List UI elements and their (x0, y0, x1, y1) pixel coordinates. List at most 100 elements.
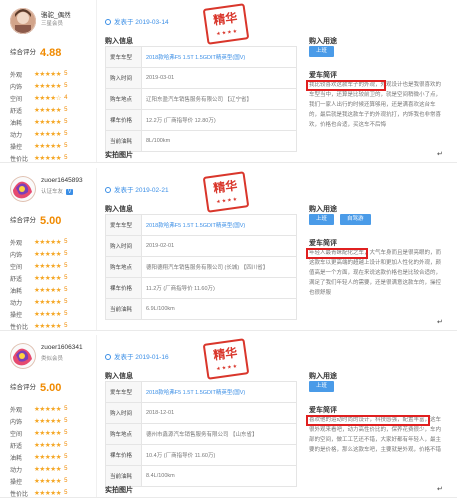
rating-value: 5 (64, 490, 68, 496)
rating-label: 舒适 (10, 108, 23, 115)
member-level: 类似会员 (41, 354, 63, 362)
rating-label: 性价比 (10, 324, 29, 331)
rating-label: 动力 (10, 300, 23, 307)
enter-symbol: ↵ (437, 319, 443, 326)
rating-value: 5 (64, 466, 68, 472)
overall-label: 综合评分 (10, 49, 36, 56)
info-row: 当前油耗 8.4L/100km (105, 465, 297, 487)
info-key: 裸车价格 (105, 109, 142, 131)
car-model-link[interactable]: 2018款哈弗F5 1.5T 1.5GDIT精英型(国V) (141, 214, 297, 236)
post-date-text: 发表于 2019-01-16 (114, 354, 169, 361)
enter-symbol: ↵ (437, 151, 443, 158)
username[interactable]: 骆驼_偶然 (41, 9, 71, 19)
star-icons: ★★★★★ (34, 406, 62, 413)
rating-value: 5 (64, 263, 68, 269)
member-level-text: 认证车友 (41, 189, 64, 195)
info-value: 6.9L/100km (141, 298, 297, 320)
avatar[interactable] (10, 176, 36, 202)
rating-label: 空间 (10, 96, 23, 103)
rating-value: 5 (64, 131, 68, 137)
review-body: 发表于 2019-02-21 精华 ★★★★ 购入信息 爱车车型 2018款哈弗F… (96, 168, 446, 330)
info-value: 2019-02-01 (141, 235, 297, 257)
star-icons: ★★★★★ (34, 71, 62, 78)
info-row: 裸车价格 11.2万 (厂商指导价 11.60万) (105, 277, 297, 299)
star-icons: ★★★★★ (34, 430, 62, 437)
username[interactable]: zuoer1645893 (41, 177, 83, 184)
rating-label: 油耗 (10, 455, 23, 462)
purpose-tag[interactable]: 上班 (309, 214, 335, 225)
star-icons: ★★★★★ (34, 239, 62, 246)
rating-label: 油耗 (10, 120, 23, 127)
info-row: 购车地点 德阳德翔汽车销售服务有限公司 (长城) 【四川省】 (105, 256, 297, 278)
rating-label: 内饰 (10, 84, 23, 91)
rating-value: 5 (64, 239, 68, 245)
info-row: 当前油耗 8L/100km (105, 130, 297, 152)
star-icons: ★★★★★ (34, 131, 62, 138)
rating-row: 操控 ★★★★★ 5 (10, 308, 67, 320)
username[interactable]: zuoer1606341 (41, 344, 83, 351)
clock-icon (105, 354, 111, 360)
star-icons: ★★★★★ (34, 478, 62, 485)
info-value: 10.4万 (厂商指导价 11.60万) (141, 444, 297, 466)
review-card: 骆驼_偶然 三星会员 综合评分 4.88 外观 ★★★★★ 5 内饰 ★★★★★ 5 空间… (0, 0, 457, 163)
overall-score-value: 5.00 (40, 215, 62, 227)
rating-value: 5 (64, 275, 68, 281)
post-date: 发表于 2019-01-16 (105, 351, 169, 361)
rating-row: 动力 ★★★★★ 5 (10, 463, 67, 475)
rating-row: 外观 ★★★★★ 5 (10, 403, 67, 415)
info-key: 购车地点 (105, 423, 142, 445)
member-level-text: 三星会员 (41, 21, 64, 27)
rating-value: 5 (64, 430, 68, 436)
photos-title: 实拍图片 (105, 487, 133, 494)
rating-value: 5 (64, 251, 68, 257)
info-key: 爱车车型 (105, 381, 142, 403)
info-row: 爱车车型 2018款哈弗F5 1.5T 1.5GDIT精英型(国V) (105, 46, 297, 68)
rating-value: 5 (64, 107, 68, 113)
featured-stamp-icon: 精华 ★★★★ (202, 171, 250, 213)
purpose-tag[interactable]: 上班 (309, 381, 335, 392)
info-key: 裸车价格 (105, 277, 142, 299)
purpose-tags: 上班 (309, 381, 335, 392)
review-body: 发表于 2019-01-16 精华 ★★★★ 购入信息 爱车车型 2018款哈弗F… (96, 335, 446, 497)
review-summary-title: 爱车简评 (309, 72, 337, 79)
rating-value: 5 (64, 83, 68, 89)
rating-row: 空间 ★★★★★ 5 (10, 427, 67, 439)
purchase-info-title: 购入信息 (105, 373, 133, 380)
info-key: 购车地点 (105, 256, 142, 278)
car-model-link[interactable]: 2018款哈弗F5 1.5T 1.5GDIT精英型(国V) (141, 46, 297, 68)
rating-label: 空间 (10, 431, 23, 438)
rating-label: 操控 (10, 479, 23, 486)
star-icons: ★★★★★ (34, 119, 62, 126)
info-row: 当前油耗 6.9L/100km (105, 298, 297, 320)
avatar[interactable] (10, 8, 36, 34)
rating-row: 油耗 ★★★★★ 5 (10, 284, 67, 296)
avatar[interactable] (10, 343, 36, 369)
rating-label: 动力 (10, 132, 23, 139)
star-icons: ★★★★★ (34, 454, 62, 461)
rating-row: 性价比 ★★★★★ 5 (10, 487, 67, 498)
purpose-title: 购入用途 (309, 206, 337, 213)
rating-row: 外观 ★★★★★ 5 (10, 68, 67, 80)
info-value: 德州市鑫源汽车销售服务有限公司 【山东省】 (141, 423, 297, 445)
clock-icon (105, 19, 111, 25)
rating-label: 操控 (10, 312, 23, 319)
purpose-tag[interactable]: 自驾游 (340, 214, 371, 225)
star-icons: ★★★★★ (34, 287, 62, 294)
info-value: 8.4L/100km (141, 465, 297, 487)
purchase-info-title: 购入信息 (105, 206, 133, 213)
purpose-tag[interactable]: 上班 (309, 46, 335, 57)
info-key: 购入时间 (105, 67, 142, 89)
info-value: 2019-03-01 (141, 67, 297, 89)
rating-label: 油耗 (10, 288, 23, 295)
star-icons: ★★★★★ (34, 490, 62, 497)
car-model-link[interactable]: 2018款哈弗F5 1.5T 1.5GDIT精英型(国V) (141, 381, 297, 403)
star-icons: ★★★★★ (34, 263, 62, 270)
rating-row: 舒适 ★★★★★ 5 (10, 272, 67, 284)
rating-value: 5 (64, 299, 68, 305)
info-row: 爱车车型 2018款哈弗F5 1.5T 1.5GDIT精英型(国V) (105, 381, 297, 403)
purchase-info-table: 爱车车型 2018款哈弗F5 1.5T 1.5GDIT精英型(国V) 购入时间 20… (105, 381, 297, 487)
rating-value: 5 (64, 155, 68, 161)
rating-row: 空间 ★★★★☆ 4 (10, 92, 67, 104)
purchase-info-table: 爱车车型 2018款哈弗F5 1.5T 1.5GDIT精英型(国V) 购入时间 20… (105, 214, 297, 320)
info-key: 购入时间 (105, 235, 142, 257)
